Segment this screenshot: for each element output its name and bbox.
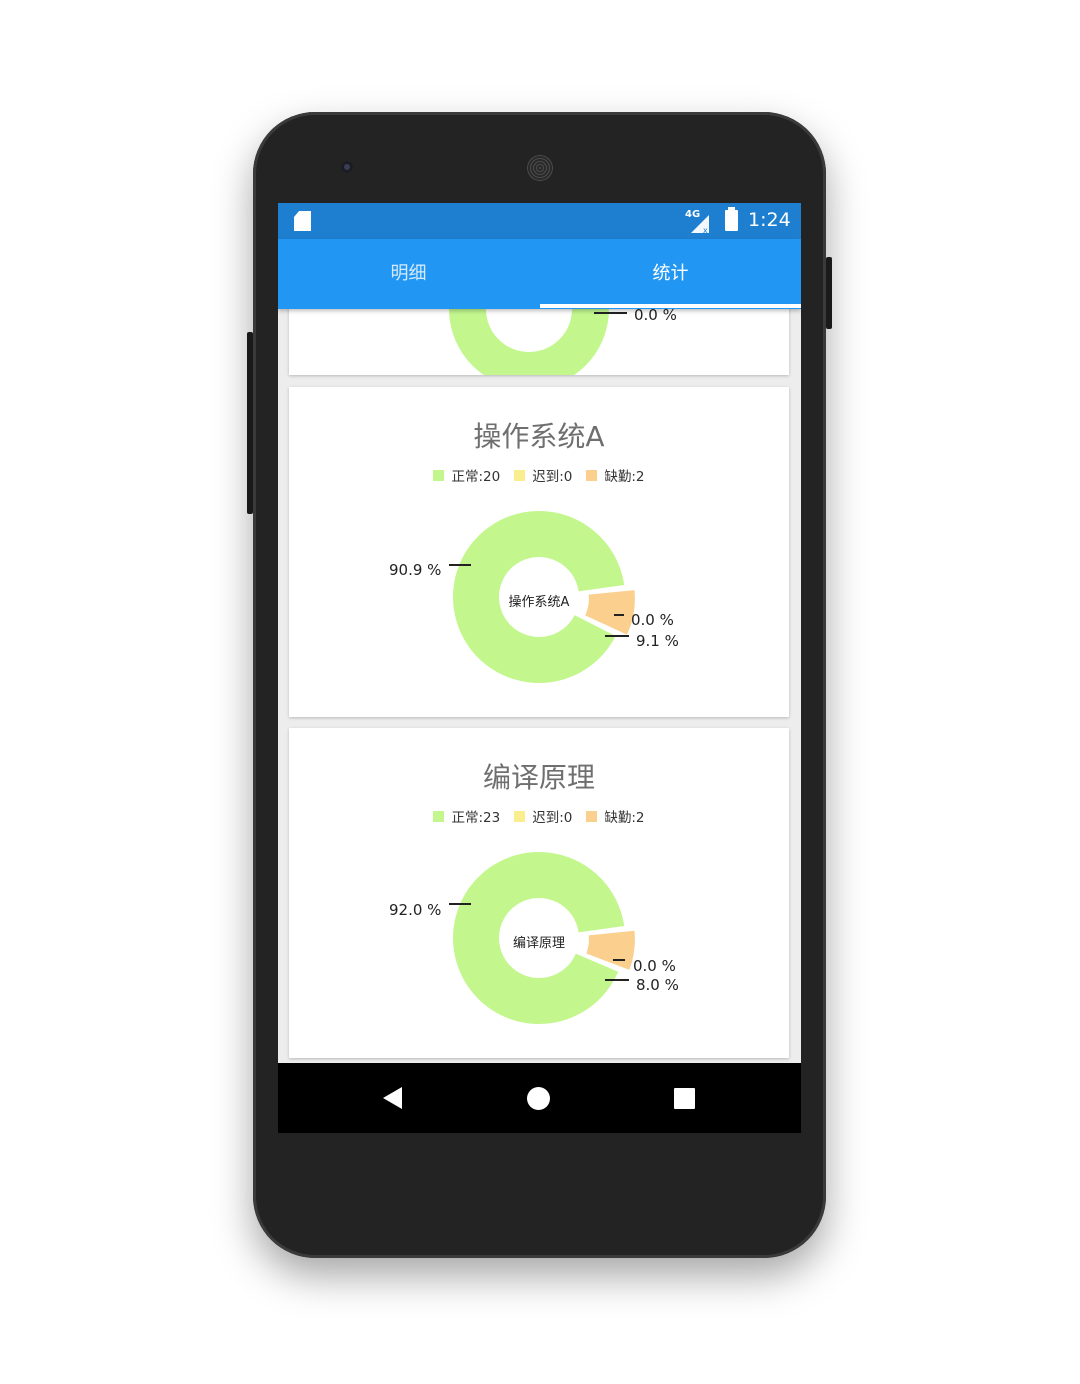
legend-item-absent: 缺勤:2 xyxy=(586,465,645,485)
earpiece-speaker xyxy=(527,155,553,181)
percent-label-late: 0.0 % xyxy=(633,957,676,975)
percent-label-normal: 92.0 % xyxy=(389,901,441,919)
home-icon[interactable] xyxy=(527,1087,550,1110)
chart-legend: 正常:20 迟到:0 缺勤:2 xyxy=(289,465,789,485)
battery-icon xyxy=(725,207,738,231)
card-title: 编译原理 xyxy=(482,761,595,794)
tab-indicator xyxy=(540,304,801,308)
legend-swatch xyxy=(433,469,445,481)
legend-item-absent: 缺勤:2 xyxy=(586,806,645,826)
power-button xyxy=(826,257,832,329)
legend-item-late: 迟到:0 xyxy=(514,465,572,485)
donut-chart: 编译原理 92.0 % 0.0 % 8.0 % xyxy=(389,852,679,1024)
legend-swatch xyxy=(514,469,526,481)
partial-percent-label: 0.0 % xyxy=(634,309,677,324)
legend-swatch xyxy=(433,810,445,822)
legend-item-normal: 正常:20 xyxy=(433,465,500,485)
navigation-bar xyxy=(278,1063,801,1133)
legend-item-normal: 正常:23 xyxy=(433,806,500,826)
recent-apps-icon[interactable] xyxy=(674,1088,695,1109)
legend-label: 缺勤:2 xyxy=(604,469,645,485)
front-camera xyxy=(341,161,353,173)
percent-label-late: 0.0 % xyxy=(631,611,674,629)
chart-card-partial: 0.0 % xyxy=(289,309,789,375)
tab-details[interactable]: 明细 xyxy=(278,239,539,309)
sd-card-icon xyxy=(294,211,311,231)
status-bar: 4G x 1:24 xyxy=(278,203,801,239)
percent-label-absent: 9.1 % xyxy=(636,632,679,650)
status-clock: 1:24 xyxy=(748,209,791,231)
donut-chart: 操作系统A 90.9 % 0.0 % 9.1 % xyxy=(389,511,679,684)
legend-swatch xyxy=(586,810,598,822)
signal-icon: x xyxy=(691,215,709,233)
legend-label: 缺勤:2 xyxy=(604,810,645,826)
percent-label-normal: 90.9 % xyxy=(389,561,441,579)
legend-swatch xyxy=(586,469,598,481)
legend-label: 迟到:0 xyxy=(532,469,573,485)
tab-statistics[interactable]: 统计 xyxy=(540,239,801,309)
chart-legend: 正常:23 迟到:0 缺勤:2 xyxy=(289,806,789,826)
center-label: 编译原理 xyxy=(513,936,565,951)
chart-card-os: 操作系统A 正常:20 迟到:0 缺勤:2 操作系统A 90.9 % 0.0 %… xyxy=(289,387,789,717)
chart-card-compiler: 编译原理 正常:23 迟到:0 缺勤:2 编译原理 92.0 % 0.0 % 8… xyxy=(289,728,789,1058)
legend-label: 正常:23 xyxy=(451,810,501,826)
partial-chart: 0.0 % xyxy=(449,309,677,375)
back-icon[interactable] xyxy=(383,1087,402,1109)
svg-text:x: x xyxy=(703,226,708,233)
screen: 4G x 1:24 明细 统计 0.0 % 操作系统A 正常:20 迟到:0 缺… xyxy=(278,203,801,1133)
legend-swatch xyxy=(514,810,526,822)
stats-list[interactable]: 0.0 % 操作系统A 正常:20 迟到:0 缺勤:2 操作系统A 90.9 %… xyxy=(278,309,801,1063)
legend-label: 迟到:0 xyxy=(532,810,573,826)
legend-item-late: 迟到:0 xyxy=(514,806,572,826)
legend-label: 正常:20 xyxy=(451,469,501,485)
percent-label-absent: 8.0 % xyxy=(636,976,679,994)
card-title: 操作系统A xyxy=(473,420,605,453)
center-label: 操作系统A xyxy=(509,594,570,610)
volume-button xyxy=(247,332,253,514)
partial-slice-normal xyxy=(449,309,609,375)
tab-bar: 明细 统计 xyxy=(278,239,801,309)
